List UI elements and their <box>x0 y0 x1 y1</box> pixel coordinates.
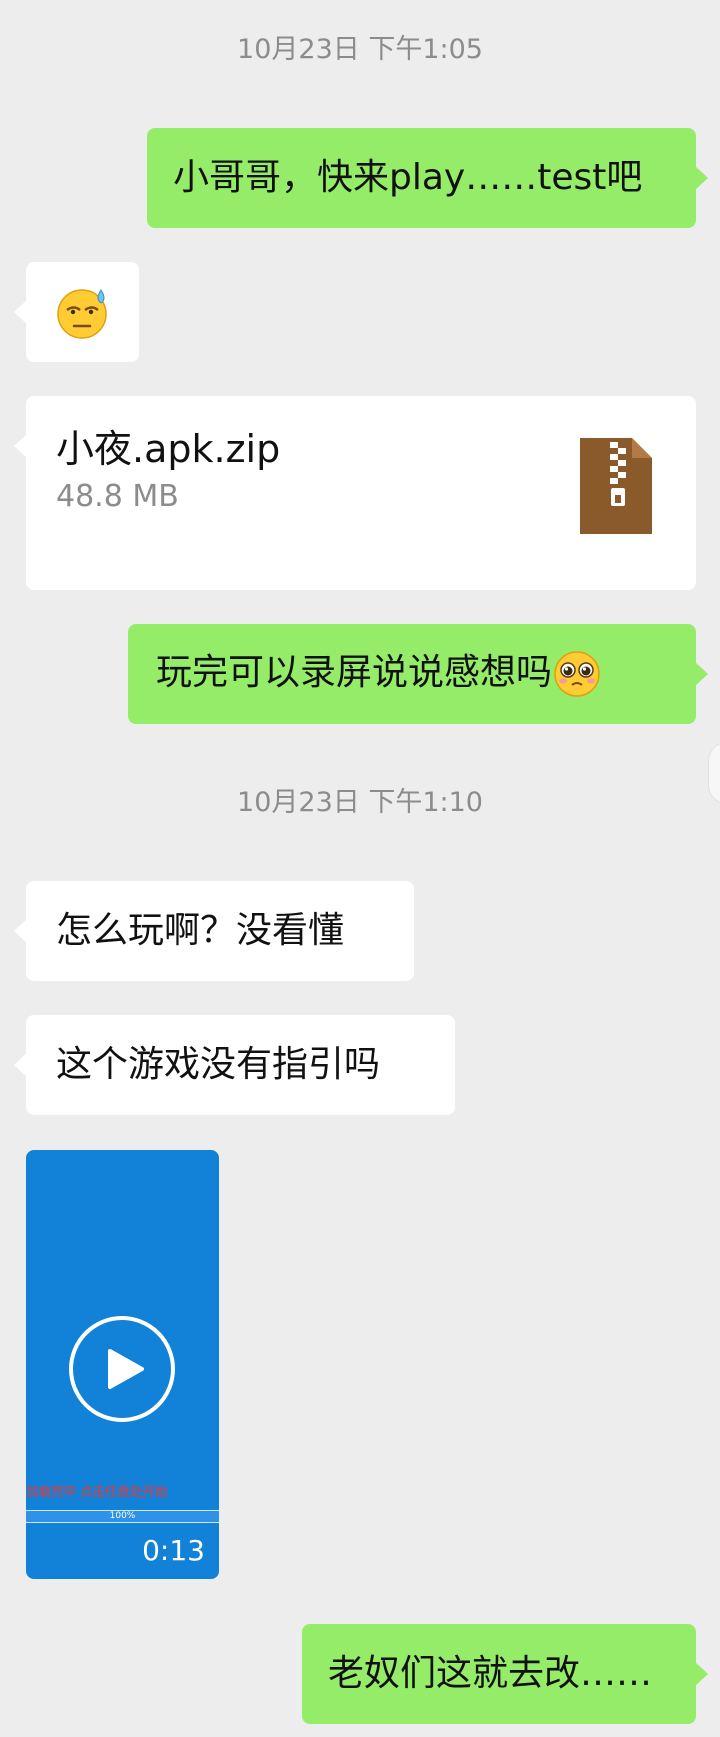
video-progress-label: 100% <box>109 1511 136 1521</box>
message-text: 这个游戏没有指引吗 <box>56 1044 381 1085</box>
message-bubble-sent[interactable]: 小哥哥，快来play……test吧 <box>147 128 708 228</box>
play-icon[interactable] <box>68 1315 176 1423</box>
zip-file-icon <box>580 438 652 534</box>
message-text: 老奴们这就去改…… <box>328 1653 653 1694</box>
message-text: 玩完可以录屏说说感想吗 <box>156 649 602 699</box>
file-message-card[interactable]: 小夜.apk.zip 48.8 MB <box>14 396 696 590</box>
pleading-face-emoji-icon <box>554 651 600 697</box>
message-bubble-received[interactable]: 这个游戏没有指引吗 <box>14 1015 455 1115</box>
video-caption: 加载完毕 点击任意处开始 <box>26 1485 168 1500</box>
timestamp-1: 10月23日 下午1:05 <box>237 34 483 65</box>
message-bubble-received[interactable]: 怎么玩啊？没看懂 <box>14 881 414 981</box>
video-message[interactable]: 加载完毕 点击任意处开始 100% 0:13 <box>26 1150 219 1579</box>
message-text: 怎么玩啊？没看懂 <box>56 910 345 951</box>
video-duration: 0:13 <box>142 1534 205 1567</box>
file-size: 48.8 MB <box>56 479 179 514</box>
message-text: 小哥哥，快来play……test吧 <box>173 157 643 198</box>
sweat-grimace-emoji-icon <box>57 289 107 339</box>
video-progress-bar: 100% <box>26 1510 219 1523</box>
file-name: 小夜.apk.zip <box>56 427 281 471</box>
timestamp-2: 10月23日 下午1:10 <box>237 787 483 818</box>
message-bubble-sent[interactable]: 老奴们这就去改…… <box>302 1624 708 1724</box>
message-bubble-sent[interactable]: 玩完可以录屏说说感想吗 <box>128 624 708 724</box>
message-bubble-received[interactable] <box>14 262 139 362</box>
